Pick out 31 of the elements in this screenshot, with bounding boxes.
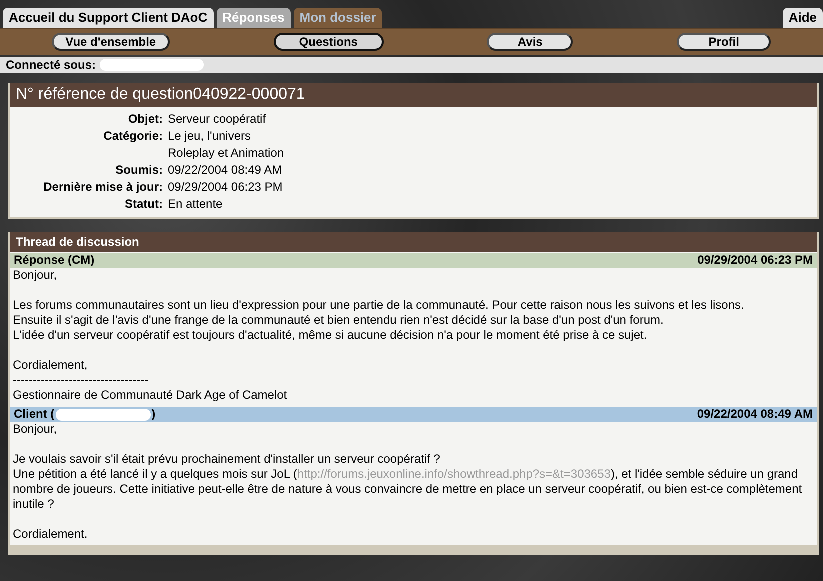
field-value: 09/29/2004 06:23 PM bbox=[168, 179, 284, 196]
message-paragraph: Bonjour, bbox=[13, 422, 58, 437]
nav-button[interactable]: Avis bbox=[487, 33, 574, 51]
field-label: Dernière mise à jour: bbox=[42, 179, 163, 196]
message-date: 09/29/2004 06:23 PM bbox=[698, 253, 813, 268]
field-label: Statut: bbox=[124, 196, 163, 213]
message-paragraph: Cordialement, ---------------------------------- Gestionnaire de Communauté Dark Age of Camelot bbox=[13, 358, 288, 403]
nav-button[interactable]: Vue d'ensemble bbox=[52, 33, 170, 51]
message-author: ) bbox=[152, 407, 156, 422]
field-label: Objet: bbox=[127, 111, 163, 128]
field-value: En attente bbox=[168, 196, 224, 213]
message-paragraph: Cordialement. bbox=[13, 527, 89, 542]
message-date: 09/22/2004 08:49 AM bbox=[697, 407, 813, 422]
login-label: Connecté sous: bbox=[6, 58, 96, 72]
message-paragraph: Je voulais savoir s'il était prévu prochainement d'installer un serveur coopératif ? Une pétition a été lancé il y a quelques mois sur JoL (http://forums.jeuxonline.info/showthread.php?s=&t=303653), et l'idée semble séduire un grand nombre de joueurs. Cette initiative peut-elle être de nature à vous convaincre de mettre en place un serveur coopératif, ou bien est-ce complètement inutile ? bbox=[13, 452, 804, 512]
message-author: Réponse (CM) bbox=[14, 253, 95, 268]
field-label: Soumis: bbox=[114, 162, 163, 179]
message-paragraph: Bonjour, bbox=[13, 268, 58, 283]
field-value: Le jeu, l'univers bbox=[168, 128, 252, 145]
message-author: Client ( bbox=[14, 407, 55, 422]
message-paragraph: Les forums communautaires sont un lieu d'expression pour une partie de la communauté. Pour cette raison nous les suivons et les lisons. Ensuite il s'agit de l'avis d'une frange de la communauté et bien entendu rien n'est décidé sur la base d'un post d'un forum. L'idée d'un serveur coopératif est toujours d'actualité, même si aucune décision n'a pour le moment été prise à ce sujet. bbox=[13, 298, 746, 343]
question-title: N° référence de question040922-000071 bbox=[10, 83, 817, 107]
thread-title: Thread de discussion bbox=[10, 232, 817, 252]
field-value: Roleplay et Animation bbox=[168, 145, 286, 162]
help-tab[interactable]: Aide bbox=[782, 8, 823, 28]
field-value: 09/22/2004 08:49 AM bbox=[168, 162, 284, 179]
field-label: Catégorie: bbox=[102, 128, 163, 145]
nav-button[interactable]: Questions bbox=[274, 33, 384, 51]
nav-button[interactable]: Profil bbox=[677, 33, 772, 51]
field-value: Serveur coopératif bbox=[168, 111, 268, 128]
nav-tab[interactable]: Accueil du Support Client DAoC bbox=[3, 8, 214, 28]
